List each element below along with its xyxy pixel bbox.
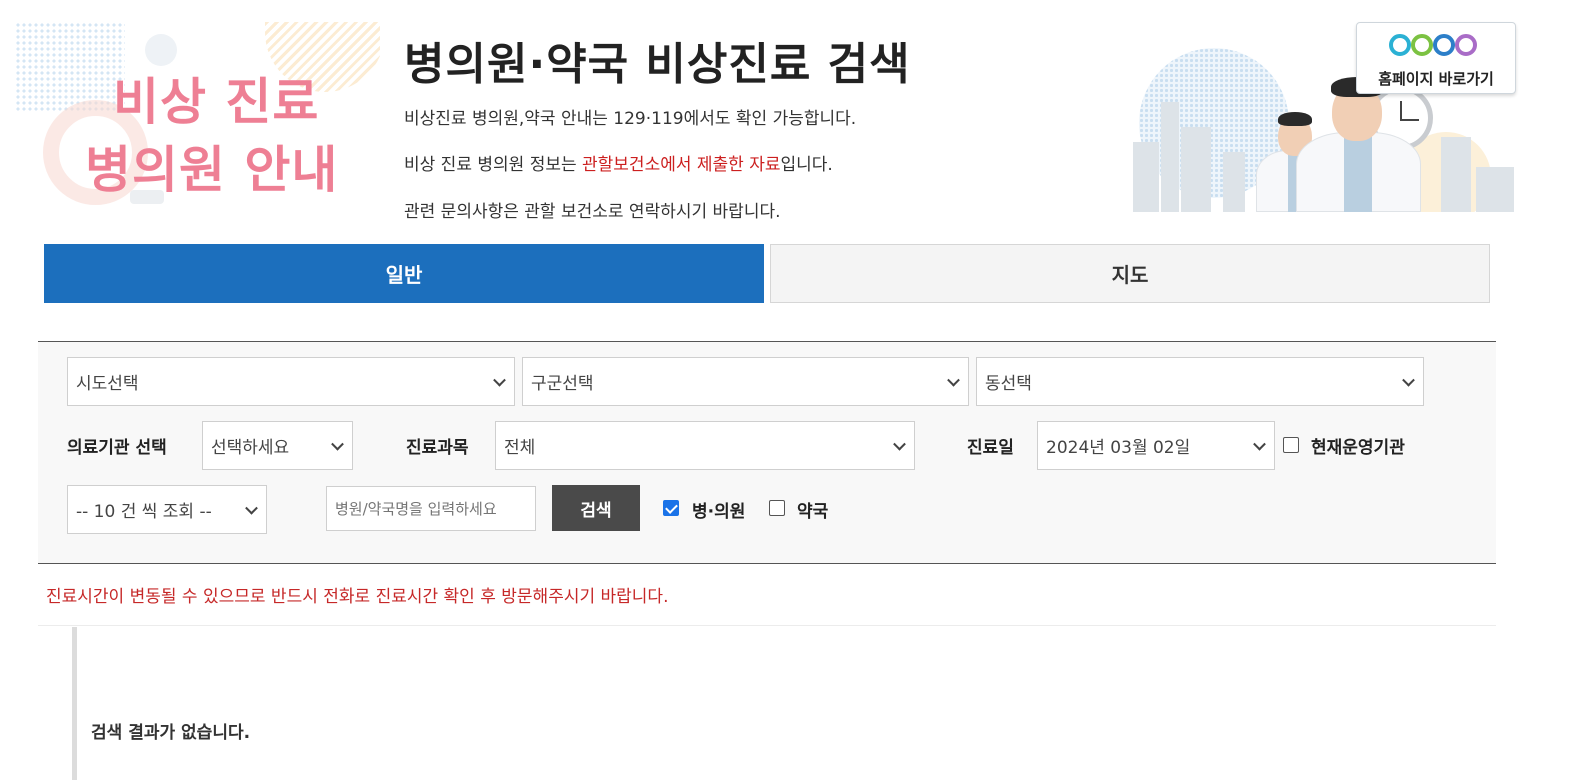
date-label: 진료일 [967, 438, 1014, 458]
page-size-value: -- 10 건 씩 조회 -- [76, 502, 212, 522]
info-text-source-post: 입니다. [780, 155, 833, 175]
hospital-checkbox-label: 병·의원 [692, 502, 746, 522]
visit-notice: 진료시간이 변동될 수 있으므로 반드시 전화로 진료시간 확인 후 방문해주시… [46, 587, 669, 607]
chevron-down-icon [245, 501, 258, 515]
facility-type-select[interactable]: 선택하세요 [202, 421, 353, 470]
building-shape [1133, 142, 1159, 212]
hospital-checkbox[interactable] [663, 500, 679, 516]
operating-now-checkbox[interactable] [1283, 437, 1299, 453]
logo-icon [1389, 30, 1485, 62]
tab-map[interactable]: 지도 [770, 244, 1490, 303]
date-select-value: 2024년 03월 02일 [1046, 438, 1191, 458]
info-text-contact: 비상진료 병의원,약국 안내는 129·119에서도 확인 가능합니다. [404, 109, 857, 129]
facility-type-label: 의료기관 선택 [67, 438, 167, 458]
info-text-source-highlight: 관할보건소에서 제출한 자료 [582, 155, 781, 175]
dong-select[interactable]: 동선택 [976, 357, 1424, 406]
info-text-inquiry: 관련 문의사항은 관할 보건소로 연락하시기 바랍니다. [404, 202, 781, 222]
chevron-down-icon [493, 373, 506, 387]
date-select[interactable]: 2024년 03월 02일 [1037, 421, 1275, 470]
banner-decoration [15, 22, 125, 112]
homepage-link-button[interactable]: 홈페이지 바로가기 [1356, 22, 1516, 94]
chevron-down-icon [1253, 437, 1266, 451]
homepage-link-label: 홈페이지 바로가기 [1378, 70, 1494, 88]
building-shape [1181, 127, 1211, 212]
pharmacy-checkbox[interactable] [769, 500, 785, 516]
chevron-down-icon [1402, 373, 1415, 387]
banner-title-line1: 비상 진료 [113, 73, 320, 131]
empty-result-message: 검색 결과가 없습니다. [91, 723, 251, 743]
name-search-input[interactable] [326, 486, 536, 531]
department-select-value: 전체 [504, 438, 536, 458]
info-text-source: 비상 진료 병의원 정보는 관할보건소에서 제출한 자료입니다. [404, 150, 833, 175]
pharmacy-checkbox-label: 약국 [797, 502, 829, 522]
building-shape [1476, 167, 1514, 212]
building-shape [1441, 137, 1471, 212]
divider [38, 625, 1496, 626]
dong-select-value: 동선택 [985, 374, 1032, 394]
sido-select-value: 시도선택 [76, 374, 139, 394]
banner-title-line2: 병의원 안내 [85, 141, 339, 199]
sido-select[interactable]: 시도선택 [67, 357, 515, 406]
department-label: 진료과목 [406, 438, 469, 458]
tab-general[interactable]: 일반 [44, 244, 764, 303]
result-list-border [72, 627, 77, 780]
gugun-select[interactable]: 구군선택 [522, 357, 969, 406]
gugun-select-value: 구군선택 [531, 374, 594, 394]
doctor-figure [1296, 77, 1421, 212]
search-button[interactable]: 검색 [552, 485, 640, 531]
chevron-down-icon [331, 437, 344, 451]
chevron-down-icon [893, 437, 906, 451]
page-title: 병의원·약국 비상진료 검색 [404, 39, 911, 90]
chevron-down-icon [947, 373, 960, 387]
building-shape [1223, 152, 1245, 212]
building-shape [1161, 102, 1179, 212]
department-select[interactable]: 전체 [495, 421, 915, 470]
facility-type-value: 선택하세요 [211, 438, 290, 458]
banner-left-image: 비상 진료 병의원 안내 [15, 22, 380, 212]
operating-now-label: 현재운영기관 [1311, 438, 1405, 458]
page-size-select[interactable]: -- 10 건 씩 조회 -- [67, 485, 267, 534]
info-text-source-pre: 비상 진료 병의원 정보는 [404, 155, 583, 175]
